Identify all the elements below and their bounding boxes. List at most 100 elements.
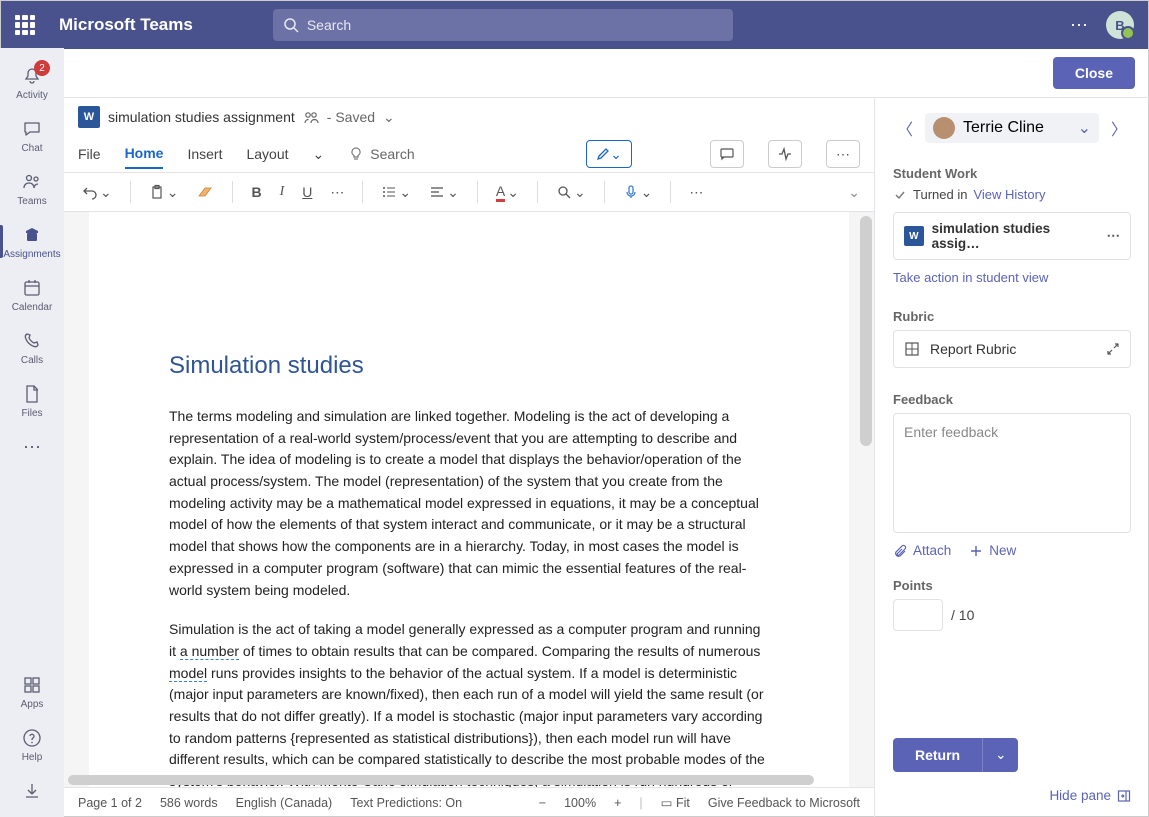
chat-icon (20, 117, 44, 141)
new-button[interactable]: New (969, 543, 1016, 558)
rail-download[interactable] (0, 771, 64, 817)
points-header: Points (893, 578, 1131, 593)
rubric-name: Report Rubric (930, 341, 1016, 357)
bold-button[interactable]: B (247, 182, 265, 202)
rail-activity[interactable]: 2 Activity (0, 56, 64, 109)
apps-icon (20, 673, 44, 697)
settings-more-icon[interactable]: ⋯ (1070, 15, 1088, 36)
tab-home[interactable]: Home (125, 139, 164, 169)
horizontal-scrollbar[interactable] (68, 775, 814, 785)
undo-button[interactable]: ⌄ (78, 182, 116, 203)
document-canvas[interactable]: Simulation studies The terms modeling an… (64, 212, 874, 787)
rail-calendar[interactable]: Calendar (0, 268, 64, 321)
ribbon-search[interactable]: Search (348, 146, 414, 162)
rail-files[interactable]: Files (0, 374, 64, 427)
comments-button[interactable] (710, 140, 744, 168)
attach-button[interactable]: Attach (893, 543, 951, 558)
zoom-in-button[interactable]: + (614, 796, 621, 810)
document-para-2: Simulation is the act of taking a model … (169, 619, 769, 787)
file-more-icon[interactable]: ⋯ (1107, 228, 1121, 244)
document-page: Simulation studies The terms modeling an… (89, 212, 849, 787)
rubric-card[interactable]: Report Rubric (893, 330, 1131, 368)
paste-button[interactable]: ⌄ (145, 182, 183, 203)
rail-help[interactable]: Help (0, 718, 64, 771)
rail-teams[interactable]: Teams (0, 162, 64, 215)
feedback-actions: Attach New (893, 543, 1131, 558)
status-lang[interactable]: English (Canada) (236, 796, 333, 810)
download-icon (20, 779, 44, 803)
points-row: / 10 (893, 599, 1131, 631)
tabs-chevron-icon[interactable]: ⌄ (313, 140, 325, 169)
collapse-pane-icon (1117, 789, 1131, 803)
word-icon: W (78, 106, 100, 128)
attached-file-name: simulation studies assig… (932, 221, 1099, 251)
italic-button[interactable]: I (276, 182, 289, 202)
zoom-out-button[interactable]: − (539, 796, 546, 810)
return-row: Return ⌄ (893, 738, 1131, 772)
status-words[interactable]: 586 words (160, 796, 218, 810)
prev-student-button[interactable]: 〈 (893, 112, 917, 144)
underline-button[interactable]: U (298, 182, 316, 202)
tab-file[interactable]: File (78, 140, 101, 168)
document-filename: simulation studies assignment (108, 109, 295, 125)
rail-calls[interactable]: Calls (0, 321, 64, 374)
close-button[interactable]: Close (1053, 57, 1135, 89)
align-button[interactable]: ⌄ (425, 182, 463, 203)
document-title: Simulation studies (169, 352, 769, 380)
rubric-header: Rubric (893, 309, 1131, 324)
share-icon[interactable] (303, 109, 319, 125)
status-predictions[interactable]: Text Predictions: On (350, 796, 462, 810)
app-launcher-icon[interactable] (15, 15, 35, 35)
feedback-header: Feedback (893, 392, 1131, 407)
points-input[interactable] (893, 599, 943, 631)
user-avatar[interactable]: B (1106, 11, 1134, 39)
vertical-scrollbar[interactable] (860, 216, 872, 446)
student-name: Terrie Cline (963, 119, 1044, 137)
view-history-link[interactable]: View History (973, 187, 1045, 202)
feedback-input[interactable] (893, 413, 1131, 533)
points-max: / 10 (951, 607, 974, 623)
give-feedback-link[interactable]: Give Feedback to Microsoft (708, 796, 860, 810)
zoom-level: 100% (564, 796, 596, 810)
tab-insert[interactable]: Insert (187, 140, 222, 168)
rail-assignments[interactable]: Assignments (0, 215, 64, 268)
search-placeholder: Search (307, 17, 351, 33)
student-picker[interactable]: Terrie Cline ⌄ (925, 113, 1099, 143)
font-color-button[interactable]: A⌄ (492, 181, 523, 204)
app-rail: 2 Activity Chat Teams Assignments Calend… (0, 48, 64, 817)
global-search[interactable]: Search (273, 9, 733, 41)
turned-in-row: Turned in View History (893, 187, 1131, 202)
rail-chat[interactable]: Chat (0, 109, 64, 162)
dictate-button[interactable]: ⌄ (619, 182, 657, 203)
ribbon-tabs: File Home Insert Layout ⌄ Search ⌄ ⋯ (64, 136, 874, 172)
hide-pane-button[interactable]: Hide pane (893, 788, 1131, 803)
clear-format-button[interactable] (192, 182, 218, 202)
status-bar: Page 1 of 2 586 words English (Canada) T… (64, 787, 874, 817)
status-page[interactable]: Page 1 of 2 (78, 796, 142, 810)
activity-pulse-button[interactable] (768, 140, 802, 168)
next-student-button[interactable]: 〉 (1107, 112, 1131, 144)
chevron-down-icon[interactable]: ⌄ (383, 109, 395, 126)
more-font-button[interactable]: ⋯ (326, 182, 348, 203)
tab-layout[interactable]: Layout (246, 140, 288, 168)
bullets-button[interactable]: ⌄ (377, 182, 415, 203)
rail-apps[interactable]: Apps (0, 665, 64, 718)
editing-mode-button[interactable]: ⌄ (586, 140, 632, 168)
word-icon: W (904, 226, 924, 246)
collapse-ribbon-icon[interactable]: ⌄ (848, 184, 860, 201)
document-area: W simulation studies assignment - Saved … (64, 98, 875, 817)
attached-file-card[interactable]: W simulation studies assig… ⋯ (893, 212, 1131, 260)
ribbon-more-button[interactable]: ⋯ (826, 140, 860, 168)
return-chevron-button[interactable]: ⌄ (982, 738, 1018, 772)
return-button[interactable]: Return (893, 738, 982, 772)
help-icon (20, 726, 44, 750)
bell-icon: 2 (20, 64, 44, 88)
document-para-1: The terms modeling and simulation are li… (169, 406, 769, 601)
take-action-link[interactable]: Take action in student view (893, 270, 1131, 285)
find-button[interactable]: ⌄ (552, 182, 590, 203)
bulb-icon (348, 146, 364, 162)
fit-button[interactable]: ▭ Fit (661, 795, 690, 810)
toolbar-more-button[interactable]: ⋯ (685, 182, 707, 203)
rail-more-icon[interactable]: ⋯ (23, 427, 41, 468)
chevron-down-icon: ⌄ (1078, 118, 1091, 138)
